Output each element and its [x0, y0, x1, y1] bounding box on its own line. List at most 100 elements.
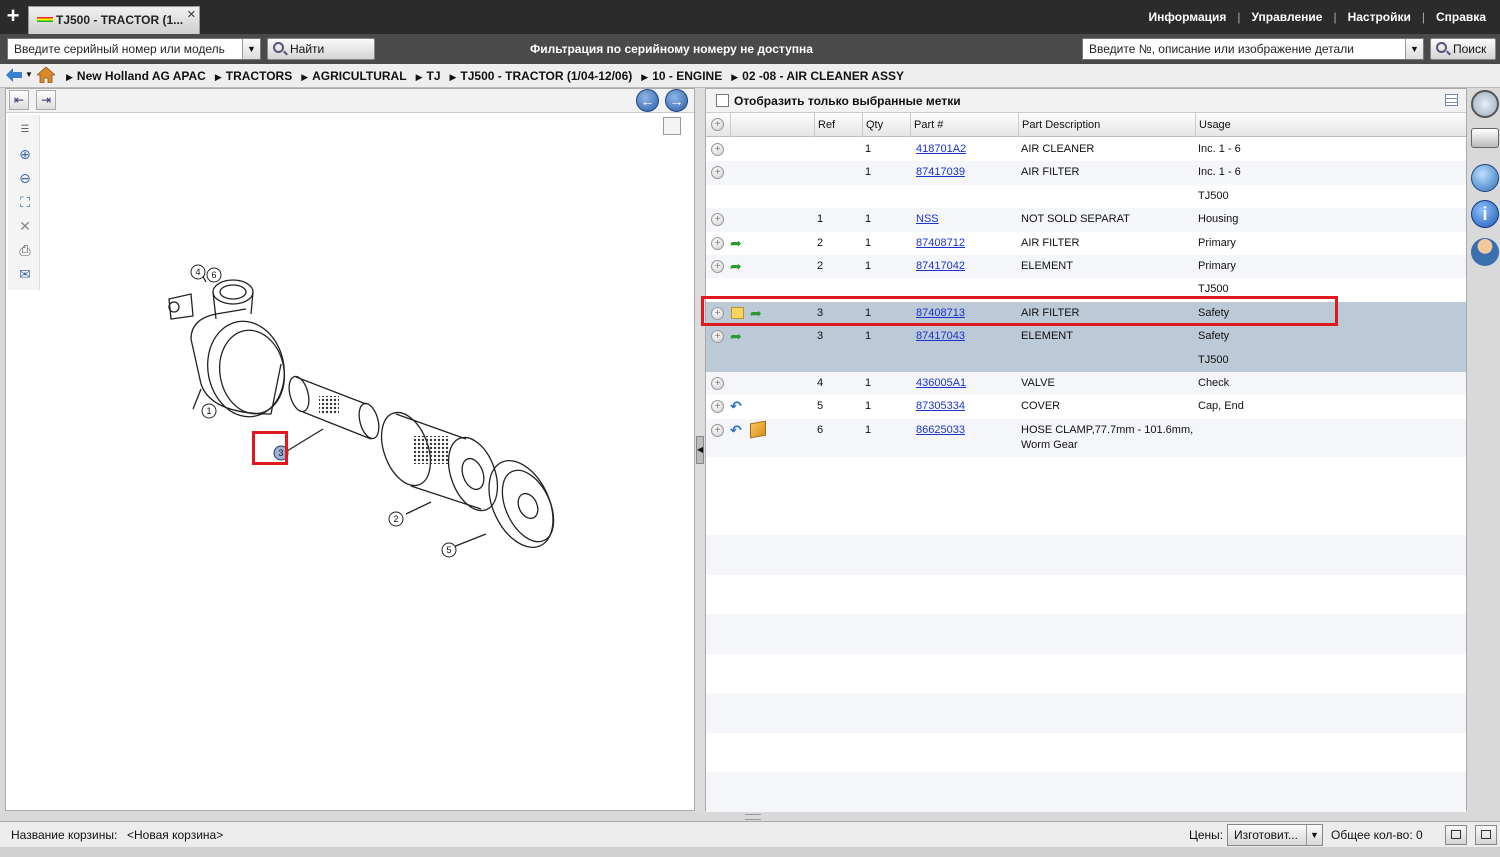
chevron-down-icon[interactable]: ▼	[25, 70, 33, 79]
add-tab-button[interactable]: +	[2, 3, 24, 29]
menu-lines-icon[interactable]: ☰	[16, 121, 34, 139]
supersession-arrow-icon[interactable]: ➦	[730, 258, 746, 274]
callout-2[interactable]: 2	[393, 514, 398, 524]
part-number-link[interactable]: NSS	[916, 213, 939, 225]
breadcrumb-item-engine[interactable]: 10 - ENGINE	[641, 69, 722, 83]
part-search-combo[interactable]: ▼	[1082, 38, 1424, 60]
add-all-icon[interactable]: +	[711, 118, 724, 131]
collapse-arrow-icon[interactable]: ◀	[696, 436, 704, 464]
add-to-cart-icon[interactable]: +	[711, 260, 724, 273]
part-number-link[interactable]: 87417042	[916, 260, 965, 272]
table-row[interactable]: + ↶ 6 1 86625033 HOSE CLAMP,77.7mm - 101…	[706, 418, 1466, 457]
table-row[interactable]: + 1 87417039 AIR FILTER Inc. 1 - 6	[706, 161, 1466, 185]
part-number-link[interactable]: 86625033	[916, 424, 965, 436]
table-row-selected[interactable]: + ➦ 3 1 87417043 ELEMENT Safety	[706, 325, 1466, 349]
breadcrumb-item-agricultural[interactable]: AGRICULTURAL	[301, 69, 406, 83]
col-qty[interactable]: Qty	[862, 113, 910, 137]
globe-icon[interactable]	[1471, 164, 1499, 192]
panel-splitter[interactable]: ◀	[695, 88, 705, 811]
package-icon[interactable]	[750, 420, 766, 439]
add-to-cart-icon[interactable]: +	[711, 330, 724, 344]
col-ref[interactable]: Ref	[814, 113, 862, 137]
previous-arrow-icon[interactable]: ←	[636, 89, 659, 112]
add-to-cart-icon[interactable]: +	[711, 236, 724, 250]
add-to-cart-icon[interactable]: +	[711, 143, 724, 156]
user-chat-icon[interactable]	[1471, 238, 1499, 266]
collapse-left-icon[interactable]: ⇤	[9, 90, 29, 110]
close-icon[interactable]: ✕	[187, 8, 196, 21]
print-icon[interactable]: ⎙	[16, 241, 34, 259]
chevron-down-icon[interactable]: ▼	[242, 39, 260, 59]
next-arrow-icon[interactable]: →	[665, 89, 688, 112]
add-to-cart-icon[interactable]: +	[711, 423, 724, 437]
home-icon[interactable]	[37, 67, 55, 83]
add-to-cart-icon[interactable]: +	[711, 306, 724, 320]
table-row[interactable]: + ➦ 2 1 87417042 ELEMENT Primary	[706, 255, 1466, 279]
table-row-selected[interactable]: + ➦ 3 1 87408713 AIR FILTER Safety	[706, 301, 1466, 326]
horizontal-splitter-grip[interactable]	[745, 814, 761, 820]
breadcrumb-item-assembly[interactable]: 02 -08 - AIR CLEANER ASSY	[731, 69, 904, 83]
model-search-combo[interactable]: ▼	[7, 38, 261, 60]
zoom-in-icon[interactable]: ⊕	[16, 145, 34, 163]
table-row[interactable]: + ➦ 2 1 87408712 AIR FILTER Primary	[706, 232, 1466, 255]
add-to-cart-icon[interactable]: +	[711, 377, 724, 390]
supersession-arrow-icon[interactable]: ➦	[730, 328, 746, 344]
chevron-down-icon[interactable]: ▼	[1405, 39, 1423, 59]
part-number-link[interactable]: 87305334	[916, 400, 965, 412]
col-usage[interactable]: Usage	[1195, 113, 1465, 137]
back-arrow-icon[interactable]	[6, 68, 22, 82]
replacement-arrow-icon[interactable]: ↶	[730, 398, 746, 414]
zoom-out-icon[interactable]: ⊖	[16, 169, 34, 187]
search-button[interactable]: Поиск	[1430, 38, 1496, 60]
part-number-link[interactable]: 436005A1	[916, 377, 966, 389]
replacement-arrow-icon[interactable]: ↶	[730, 422, 746, 438]
col-part[interactable]: Part #	[910, 113, 1018, 137]
expand-right-icon[interactable]: ⇥	[36, 90, 56, 110]
breadcrumb-item-model[interactable]: TJ500 - TRACTOR (1/04-12/06)	[450, 69, 632, 83]
model-tab[interactable]: TJ500 - TRACTOR (1... ✕	[28, 6, 200, 34]
grid-view-icon[interactable]	[1445, 94, 1458, 106]
table-row[interactable]: + 1 418701A2 AIR CLEANER Inc. 1 - 6	[706, 138, 1466, 161]
supersession-arrow-icon[interactable]: ➦	[750, 305, 766, 321]
breadcrumb-item-tj[interactable]: TJ	[416, 69, 440, 83]
table-row[interactable]: + 4 1 436005A1 VALVE Check	[706, 372, 1466, 396]
note-icon[interactable]	[731, 306, 744, 319]
model-search-input[interactable]	[8, 39, 260, 59]
part-number-link[interactable]: 87417043	[916, 330, 965, 342]
show-selected-checkbox[interactable]	[716, 94, 729, 107]
menu-help[interactable]: Справка	[1436, 10, 1486, 24]
fit-to-window-icon[interactable]: ⛶	[16, 193, 34, 211]
part-search-input[interactable]	[1083, 39, 1423, 59]
table-row[interactable]: + 1 1 NSS NOT SOLD SEPARAT Housing	[706, 208, 1466, 232]
breadcrumb-item-tractors[interactable]: TRACTORS	[215, 69, 292, 83]
find-model-button[interactable]: Найти модель	[267, 38, 375, 76]
info-icon[interactable]: i	[1471, 200, 1499, 228]
part-number-link[interactable]: 87417039	[916, 166, 965, 178]
menu-settings[interactable]: Настройки	[1348, 10, 1411, 24]
part-number-link[interactable]: 87408712	[916, 237, 965, 249]
breadcrumb-item-brand[interactable]: New Holland AG APAC	[66, 69, 206, 83]
callout-4[interactable]: 4	[195, 267, 200, 277]
col-description[interactable]: Part Description	[1018, 113, 1195, 137]
catalog-icon[interactable]	[1471, 128, 1499, 148]
magnifier-icon[interactable]	[1471, 90, 1499, 118]
cart-popout-button[interactable]	[1445, 825, 1467, 845]
cart-name-value[interactable]: <Новая корзина>	[127, 828, 223, 842]
add-to-cart-icon[interactable]: +	[711, 166, 724, 180]
callout-1[interactable]: 1	[206, 406, 211, 416]
prices-select[interactable]: Изготовит... ▼	[1227, 824, 1323, 846]
part-number-link[interactable]: 87408713	[916, 307, 965, 319]
callout-6[interactable]: 6	[211, 270, 216, 280]
clear-zoom-icon[interactable]: ✕	[16, 217, 34, 235]
part-number-link[interactable]: 418701A2	[916, 143, 966, 155]
email-icon[interactable]: ✉	[16, 265, 34, 283]
supersession-arrow-icon[interactable]: ➦	[730, 235, 746, 251]
menu-info[interactable]: Информация	[1149, 10, 1227, 24]
callout-5[interactable]: 5	[446, 545, 451, 555]
menu-manage[interactable]: Управление	[1252, 10, 1323, 24]
cart-maximize-button[interactable]	[1475, 825, 1497, 845]
add-to-cart-icon[interactable]: +	[711, 400, 724, 414]
add-to-cart-icon[interactable]: +	[711, 213, 724, 227]
chevron-down-icon[interactable]: ▼	[1306, 825, 1322, 845]
table-row[interactable]: + ↶ 5 1 87305334 COVER Cap, End	[706, 395, 1466, 418]
